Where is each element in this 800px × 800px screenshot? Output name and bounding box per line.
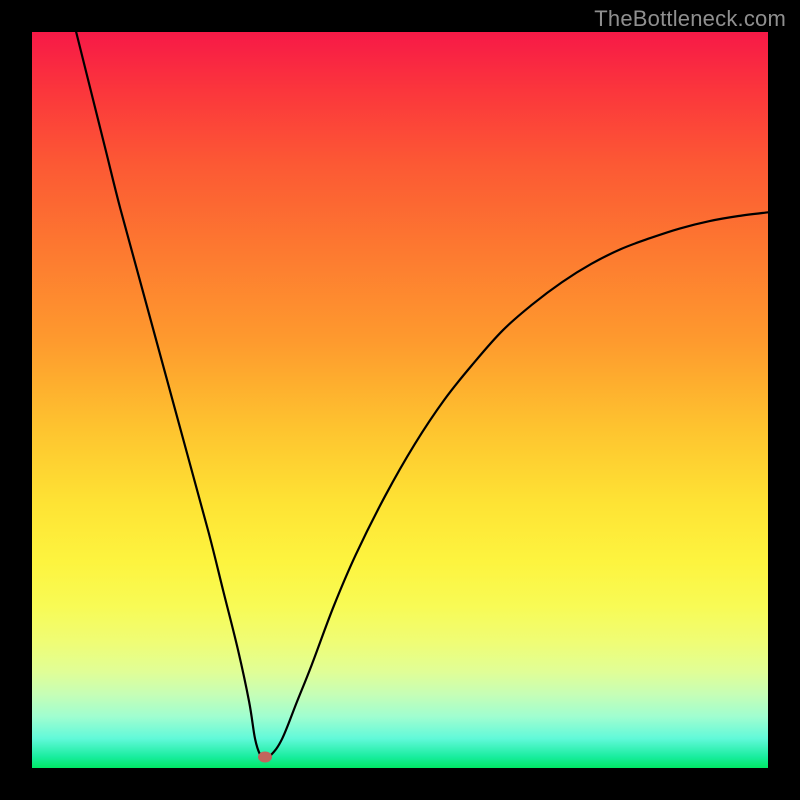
chart-frame: TheBottleneck.com	[0, 0, 800, 800]
plot-area	[32, 32, 768, 768]
bottleneck-curve	[76, 32, 768, 757]
minimum-marker	[258, 751, 272, 762]
curve-svg	[32, 32, 768, 768]
watermark-text: TheBottleneck.com	[594, 6, 786, 32]
